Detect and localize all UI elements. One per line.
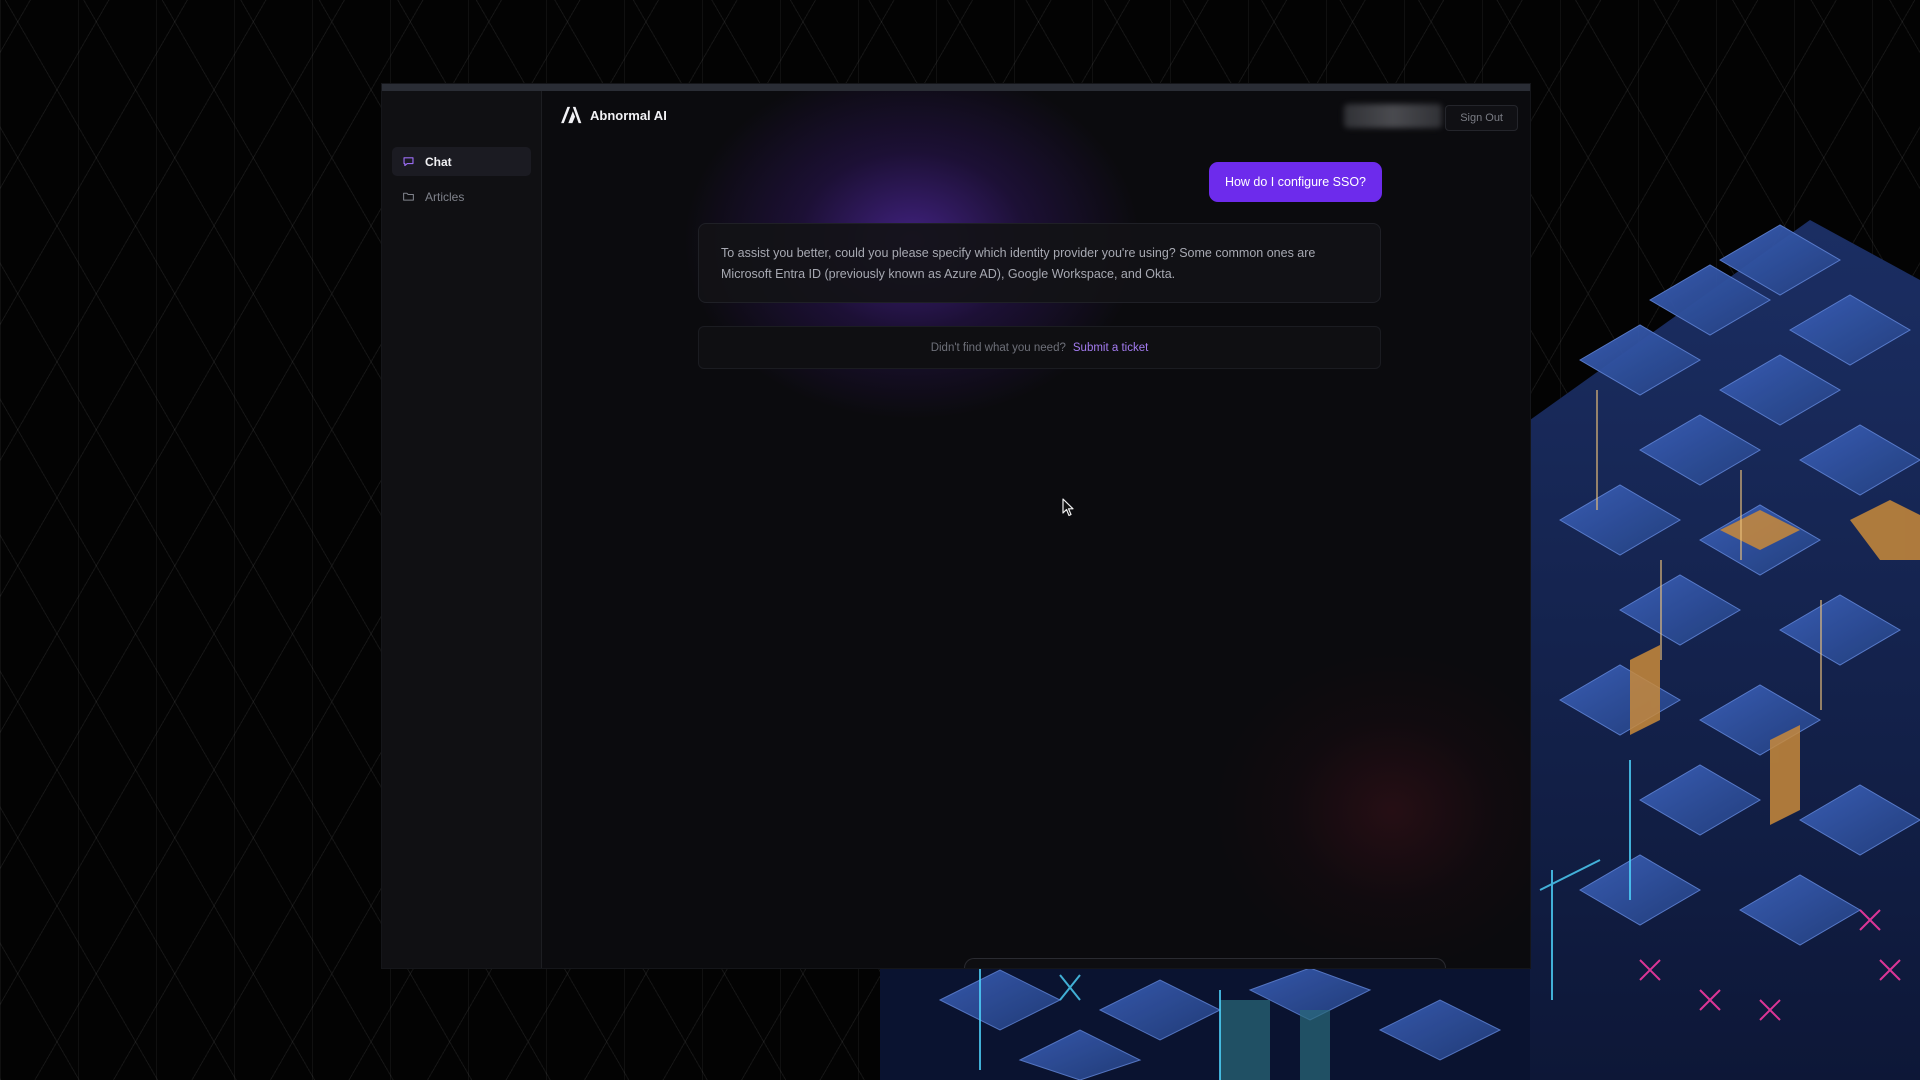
main-content: Abnormal AI Sign Out How do I configure … xyxy=(542,91,1530,968)
app-window: Chat Articles Abnormal AI Sign Out How d… xyxy=(382,84,1530,968)
header: Abnormal AI Sign Out xyxy=(542,91,1530,141)
sidebar: Chat Articles xyxy=(382,91,542,968)
brand-logo[interactable]: Abnormal AI xyxy=(560,106,667,124)
desktop-background: Chat Articles Abnormal AI Sign Out How d… xyxy=(0,0,1920,1080)
brand-name: Abnormal AI xyxy=(590,107,667,123)
sign-out-button[interactable]: Sign Out xyxy=(1445,105,1518,131)
mouse-cursor-icon xyxy=(1062,498,1074,517)
user-profile-blurred[interactable] xyxy=(1344,104,1442,128)
assistant-message-card: To assist you better, could you please s… xyxy=(698,223,1381,303)
sidebar-item-chat[interactable]: Chat xyxy=(392,147,531,176)
message-square-icon xyxy=(403,157,414,167)
submit-ticket-link[interactable]: Submit a ticket xyxy=(1073,342,1148,354)
message-composer[interactable] xyxy=(964,958,1446,968)
user-message-bubble: How do I configure SSO? xyxy=(1208,162,1382,202)
abnormal-logo-icon xyxy=(561,106,582,124)
sidebar-item-label: Chat xyxy=(425,154,452,169)
sidebar-item-articles[interactable]: Articles xyxy=(392,182,531,211)
support-ticket-bar: Didn't find what you need? Submit a tick… xyxy=(698,326,1381,369)
folder-icon xyxy=(403,192,414,201)
sidebar-item-label: Articles xyxy=(425,189,465,204)
support-question: Didn't find what you need? xyxy=(930,341,1066,354)
